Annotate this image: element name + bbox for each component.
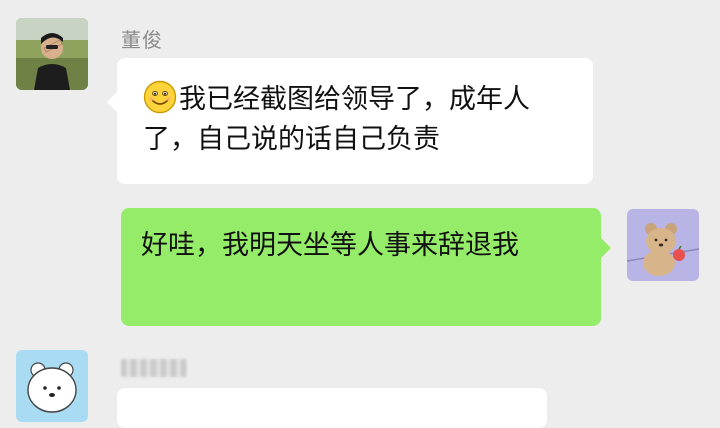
incoming-message-bubble[interactable]: 我已经截图给领导了，成年人了，自己说的话自己负责 (107, 58, 593, 184)
my-avatar[interactable] (627, 209, 699, 281)
incoming-message-bubble[interactable] (117, 388, 547, 428)
smiley-face-icon (143, 80, 177, 114)
sender-name: 董俊 (121, 28, 163, 52)
man-photo-avatar-icon (16, 18, 88, 90)
sender-name-blurred (121, 359, 187, 377)
chat-conversation: 董俊 我已经截图给领导了，成年人了，自己说的话自己负责 好哇，我明天坐等人事来辞… (0, 0, 720, 428)
bear-sticker-avatar-icon (627, 209, 699, 281)
contact-avatar-dongjun[interactable] (16, 18, 88, 90)
message-text: 我已经截图给领导了，成年人了，自己说的话自己负责 (143, 84, 530, 155)
message-text: 好哇，我明天坐等人事来辞退我 (141, 230, 519, 261)
polar-bear-avatar-icon (16, 350, 88, 422)
outgoing-message-bubble[interactable]: 好哇，我明天坐等人事来辞退我 (121, 208, 611, 326)
contact-avatar[interactable] (16, 350, 88, 422)
